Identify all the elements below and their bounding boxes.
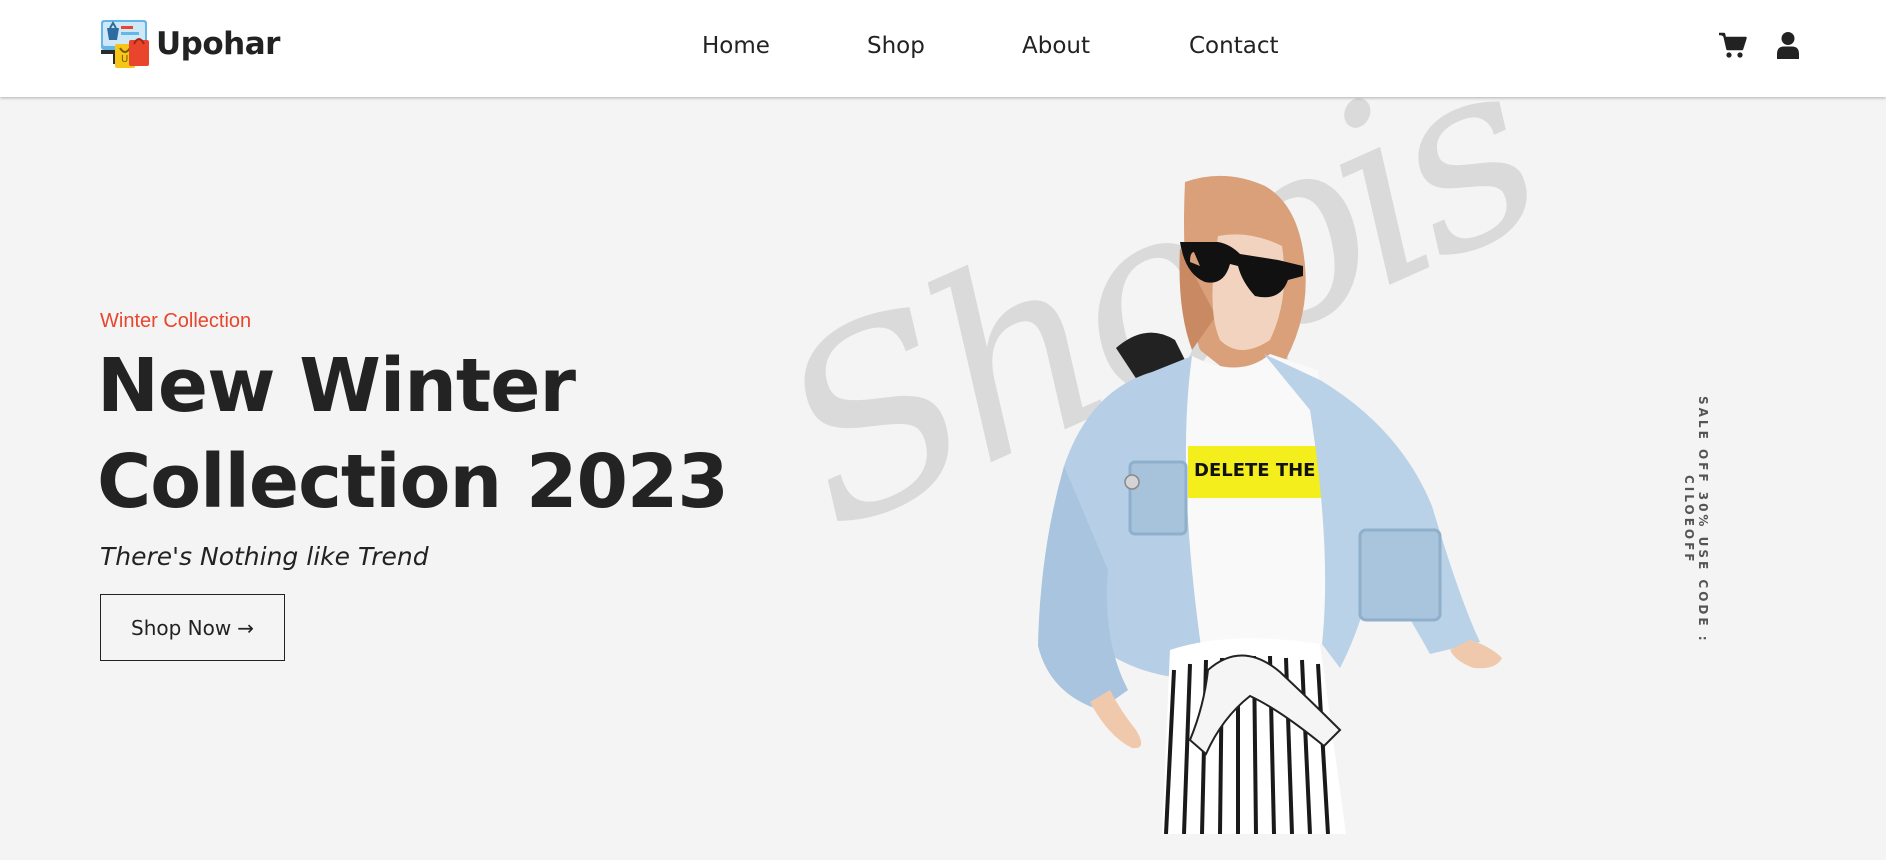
hero-title-line-1: New Winter — [97, 343, 576, 429]
nav-home-link[interactable]: Home — [702, 29, 770, 63]
user-account-button[interactable] — [1771, 28, 1805, 62]
hero-subtitle: There's Nothing like Trend — [100, 542, 429, 571]
nav-about-link[interactable]: About — [1022, 29, 1090, 63]
hero-title: New Winter Collection 2023 — [97, 338, 817, 530]
arrow-right-icon: → — [237, 615, 254, 640]
navbar: U Upohar Home Shop About Contact — [0, 0, 1886, 97]
shop-now-label: Shop Now — [131, 615, 232, 640]
nav-shop-link[interactable]: Shop — [867, 29, 925, 63]
cart-icon — [1719, 32, 1747, 58]
main-nav: Home Shop About Contact — [0, 29, 1886, 63]
nav-contact-link[interactable]: Contact — [1189, 29, 1278, 63]
user-icon — [1777, 32, 1799, 59]
cart-button[interactable] — [1716, 28, 1750, 62]
hero-title-line-2: Collection 2023 — [97, 439, 729, 525]
hero-eyebrow: Winter Collection — [100, 310, 252, 332]
hero-model-image: DELETE THE DRAMA — [980, 170, 1560, 835]
shop-now-button[interactable]: Shop Now → — [100, 594, 285, 661]
sale-code-vertical-text: SALE OFF 30% USE CODE : CILOEOFF — [1682, 395, 1710, 644]
